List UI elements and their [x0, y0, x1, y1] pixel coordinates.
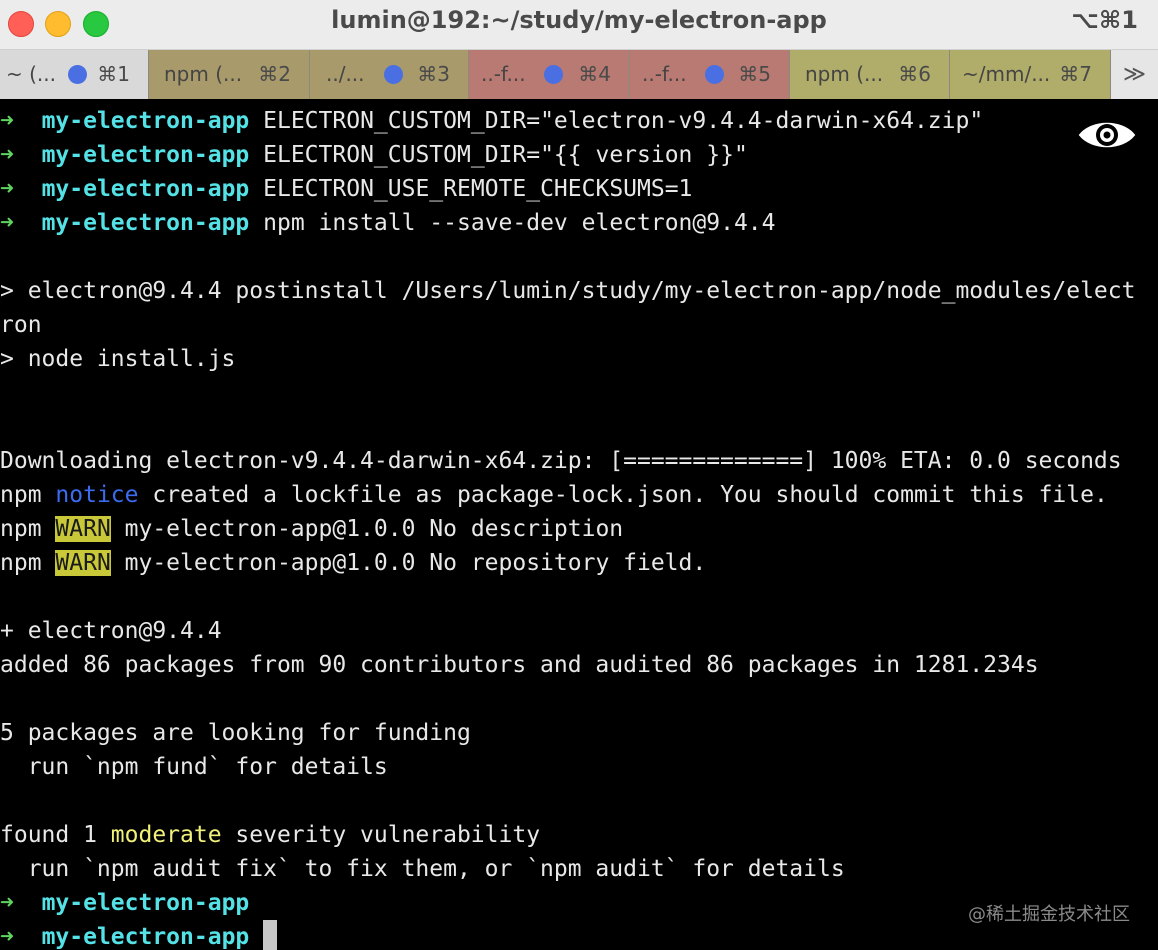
command-text: ELECTRON_CUSTOM_DIR="electron-v9.4.4-dar… — [263, 108, 984, 134]
tab-6[interactable]: npm (... ⌘6 — [790, 50, 950, 99]
prompt-directory: my-electron-app — [41, 108, 250, 134]
prompt-line-active: ➜ my-electron-app — [0, 920, 278, 950]
npm-label: npm — [0, 516, 42, 542]
tab-label: ../... — [326, 62, 365, 86]
prompt-arrow-icon: ➜ — [0, 142, 14, 168]
prompt-arrow-icon: ➜ — [0, 210, 14, 236]
notice-message: created a lockfile as package-lock.json.… — [138, 482, 1108, 508]
tab-label: ..-f... — [642, 62, 687, 86]
output-line: > electron@9.4.4 postinstall /Users/lumi… — [0, 278, 1136, 304]
output-line: ron — [0, 312, 42, 338]
moderate-label: moderate — [110, 822, 222, 848]
vulnerability-line: found 1 moderate severity vulnerability — [0, 818, 540, 852]
prompt-arrow-icon: ➜ — [0, 108, 14, 134]
notice-label: notice — [55, 482, 139, 508]
output-line: run `npm audit fix` to fix them, or `npm… — [0, 856, 845, 882]
tab-4[interactable]: ..-f... ⌘4 — [469, 50, 630, 99]
prompt-arrow-icon: ➜ — [0, 924, 14, 950]
tab-shortcut: ⌘5 — [738, 62, 771, 86]
tab-shortcut: ⌘3 — [417, 62, 450, 86]
tab-label: ~/mm/... — [962, 62, 1051, 86]
prompt-line: ➜ my-electron-app ELECTRON_CUSTOM_DIR="{… — [0, 138, 748, 172]
activity-dot-icon — [544, 65, 563, 84]
tab-label: npm (... — [164, 62, 243, 86]
activity-dot-icon — [705, 65, 724, 84]
tab-1[interactable]: ~ (... ⌘1 — [0, 50, 149, 99]
activity-dot-icon — [384, 65, 403, 84]
tab-shortcut: ⌘2 — [258, 62, 291, 86]
tab-label: ..-f... — [481, 62, 526, 86]
npm-label: npm — [0, 550, 42, 576]
npm-notice-line: npm notice created a lockfile as package… — [0, 478, 1108, 512]
command-text: ELECTRON_CUSTOM_DIR="{{ version }}" — [263, 142, 748, 168]
tab-shortcut: ⌘6 — [898, 62, 931, 86]
prompt-arrow-icon: ➜ — [0, 890, 14, 916]
found-prefix: found 1 — [0, 822, 111, 848]
output-line: > node install.js — [0, 346, 236, 372]
download-progress-line: Downloading electron-v9.4.4-darwin-x64.z… — [0, 448, 1122, 474]
output-line: added 86 packages from 90 contributors a… — [0, 652, 1039, 678]
prompt-line: ➜ my-electron-app npm install --save-dev… — [0, 206, 776, 240]
npm-label: npm — [0, 482, 42, 508]
terminal-window: lumin@192:~/study/my-electron-app ⌥⌘1 ~ … — [0, 0, 1158, 950]
output-line: run `npm fund` for details — [0, 754, 388, 780]
title-bar: lumin@192:~/study/my-electron-app ⌥⌘1 — [0, 0, 1158, 50]
eye-icon — [1078, 122, 1136, 148]
terminal-output[interactable]: ➜ my-electron-app ELECTRON_CUSTOM_DIR="e… — [0, 99, 1158, 950]
tab-shortcut: ⌘1 — [97, 62, 130, 86]
prompt-line: ➜ my-electron-app ELECTRON_CUSTOM_DIR="e… — [0, 104, 983, 138]
tab-shortcut: ⌘7 — [1059, 62, 1092, 86]
warn-badge: WARN — [55, 550, 111, 576]
tab-bar: ~ (... ⌘1 npm (... ⌘2 ../... ⌘3 ..-f... … — [0, 50, 1158, 99]
prompt-directory: my-electron-app — [41, 890, 250, 916]
tab-3[interactable]: ../... ⌘3 — [310, 50, 469, 99]
tab-label: npm (... — [805, 62, 884, 86]
tab-shortcut: ⌘4 — [578, 62, 611, 86]
found-suffix: severity vulnerability — [221, 822, 541, 848]
command-text: npm install --save-dev electron@9.4.4 — [263, 210, 776, 236]
prompt-directory: my-electron-app — [41, 176, 250, 202]
prompt-arrow-icon: ➜ — [0, 176, 14, 202]
activity-dot-icon — [68, 65, 87, 84]
tab-2[interactable]: npm (... ⌘2 — [149, 50, 310, 99]
tab-7[interactable]: ~/mm/... ⌘7 — [950, 50, 1111, 99]
tab-label: ~ (... — [6, 62, 56, 86]
tab-overflow-button[interactable]: ≫ — [1111, 50, 1158, 99]
prompt-line: ➜ my-electron-app — [0, 886, 249, 920]
tab-5[interactable]: ..-f... ⌘5 — [630, 50, 790, 99]
prompt-directory: my-electron-app — [41, 142, 250, 168]
warn-badge: WARN — [55, 516, 111, 542]
npm-warn-line: npm WARN my-electron-app@1.0.0 No descri… — [0, 512, 623, 546]
warn-message: my-electron-app@1.0.0 No description — [110, 516, 624, 542]
text-cursor — [263, 920, 278, 950]
prompt-line: ➜ my-electron-app ELECTRON_USE_REMOTE_CH… — [0, 172, 692, 206]
npm-warn-line: npm WARN my-electron-app@1.0.0 No reposi… — [0, 546, 706, 580]
command-text: ELECTRON_USE_REMOTE_CHECKSUMS=1 — [263, 176, 693, 202]
warn-message: my-electron-app@1.0.0 No repository fiel… — [110, 550, 707, 576]
output-line: + electron@9.4.4 — [0, 618, 222, 644]
prompt-directory: my-electron-app — [41, 924, 250, 950]
watermark-text: @稀土掘金技术社区 — [968, 904, 1130, 925]
window-shortcut: ⌥⌘1 — [1071, 6, 1138, 34]
output-line: 5 packages are looking for funding — [0, 720, 471, 746]
window-title: lumin@192:~/study/my-electron-app — [331, 6, 827, 34]
prompt-directory: my-electron-app — [41, 210, 250, 236]
